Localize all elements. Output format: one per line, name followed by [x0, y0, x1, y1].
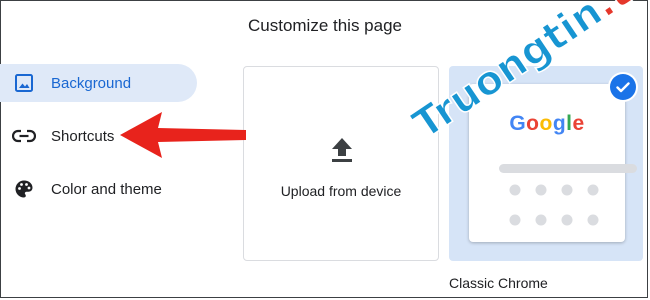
- sidebar-item-label: Shortcuts: [51, 127, 115, 145]
- shortcut-dots: [509, 184, 599, 226]
- upload-icon: [330, 137, 354, 168]
- sidebar-item-background[interactable]: Background: [0, 64, 197, 102]
- palette-icon: [12, 177, 36, 201]
- classic-chrome-preview: Google: [469, 84, 637, 242]
- link-icon: [12, 124, 36, 148]
- sidebar-item-label: Color and theme: [51, 180, 162, 198]
- selected-check-icon: [610, 74, 636, 100]
- upload-label: Upload from device: [280, 183, 402, 199]
- image-icon: [12, 71, 36, 95]
- sidebar-item-color-and-theme[interactable]: Color and theme: [0, 170, 200, 208]
- classic-chrome-label: Classic Chrome: [449, 275, 548, 291]
- red-arrow-annotation: [120, 112, 246, 158]
- upload-from-device-tile[interactable]: Upload from device: [243, 66, 439, 261]
- sidebar-item-label: Background: [51, 74, 132, 92]
